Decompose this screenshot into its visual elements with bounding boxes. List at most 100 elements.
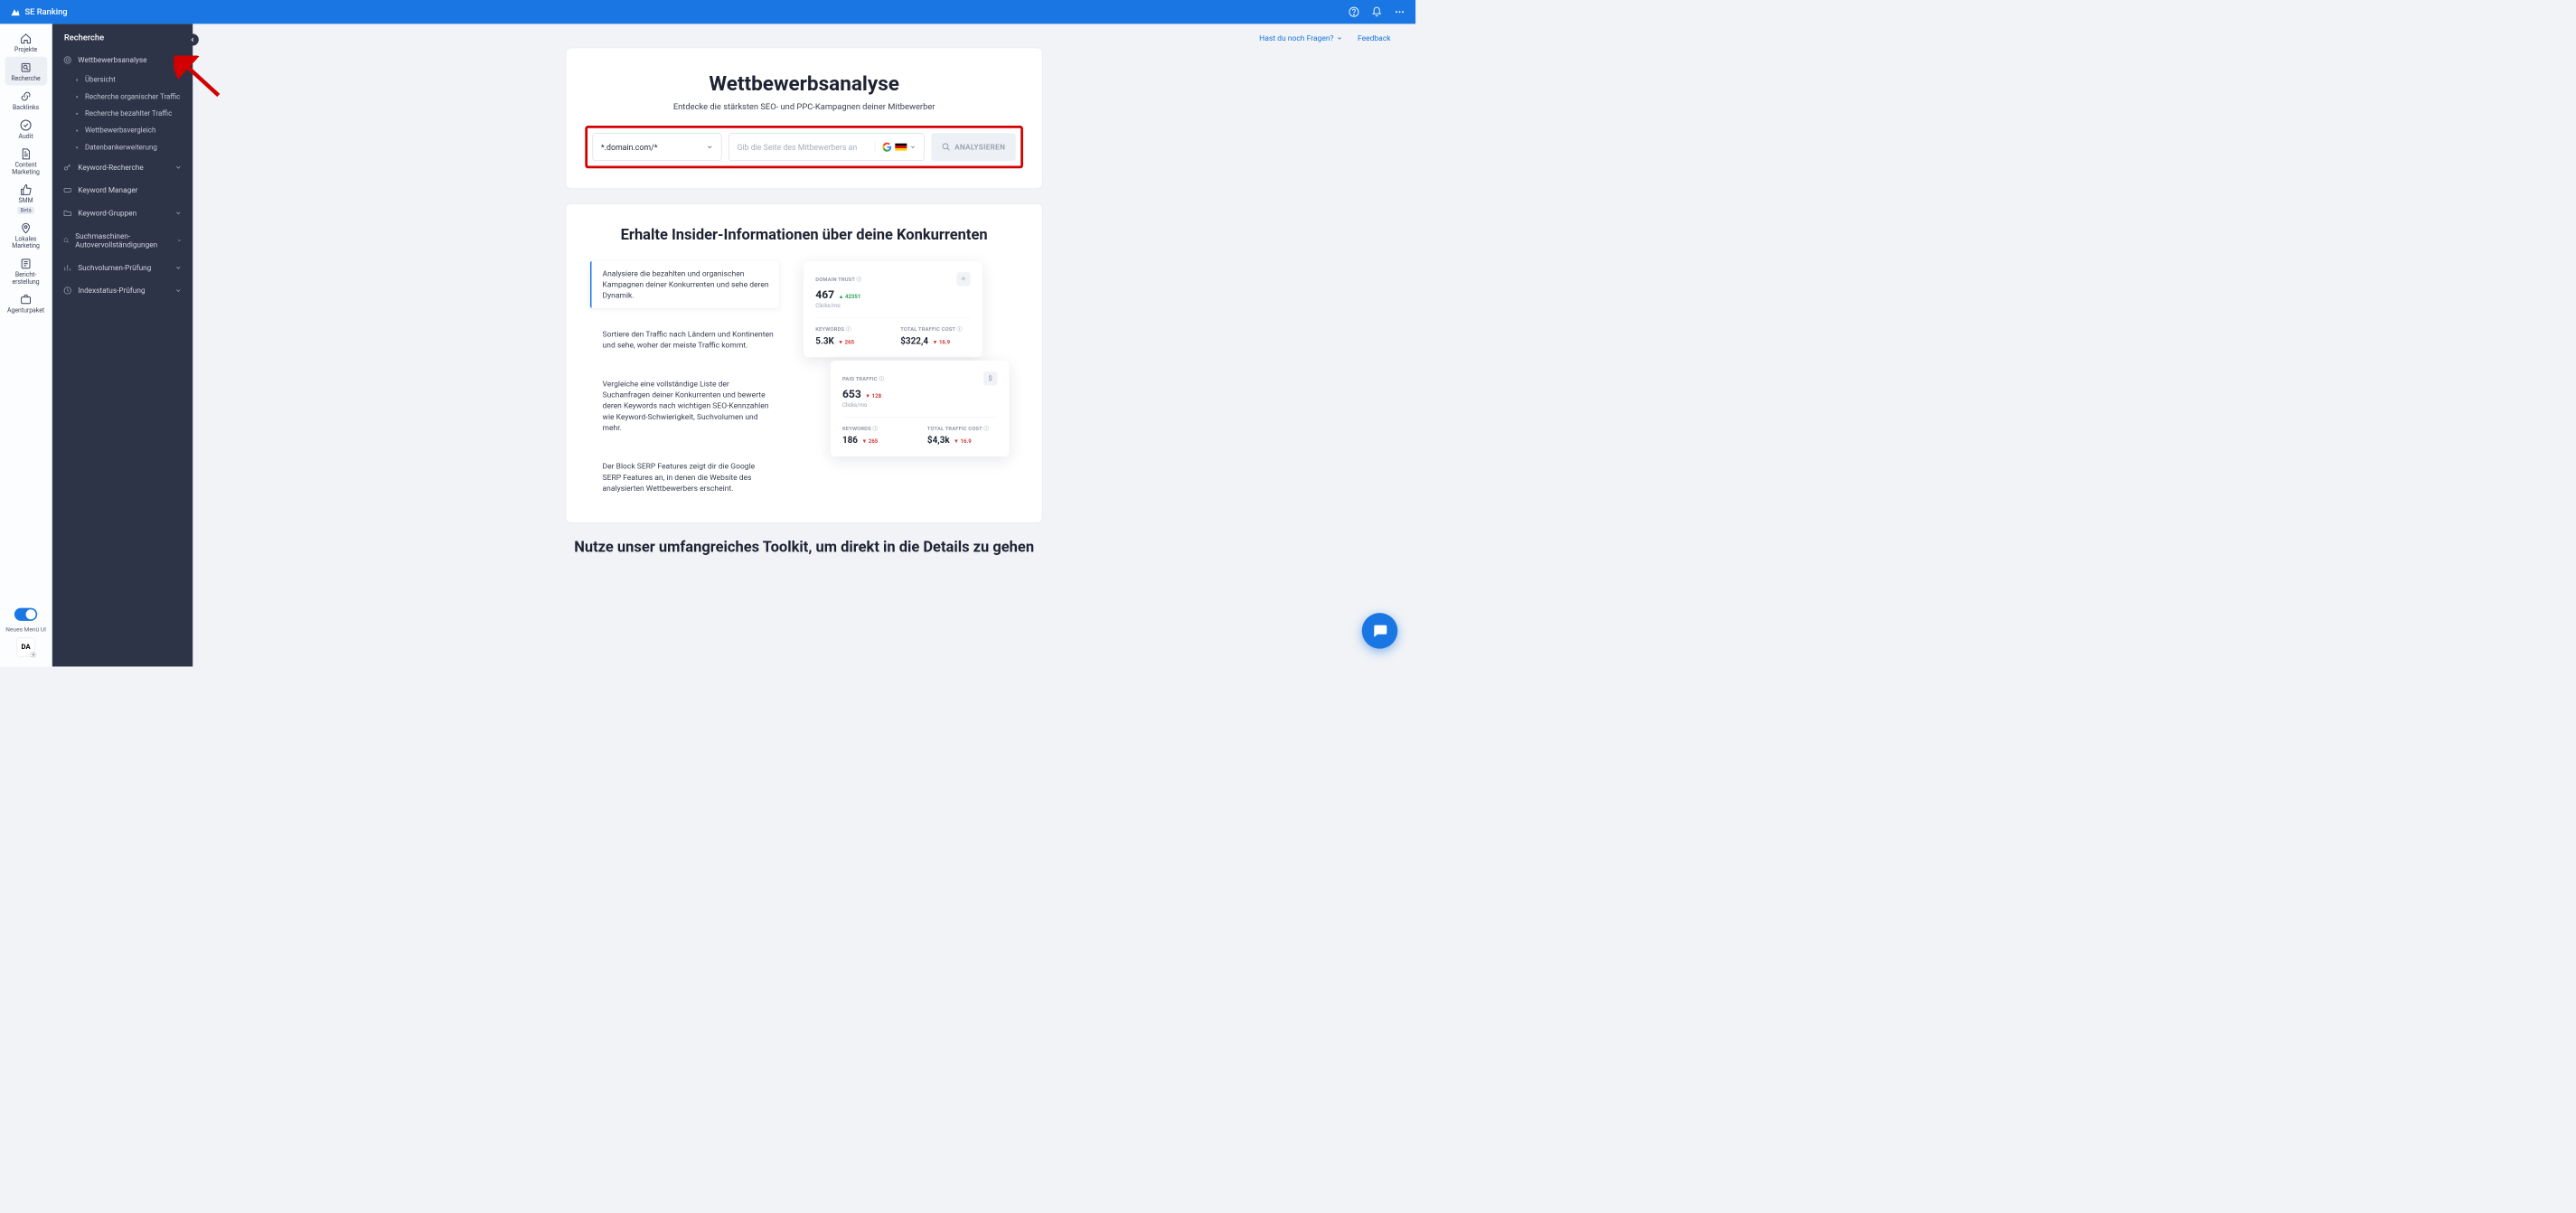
rail-label: Lokales Marketing [5, 236, 47, 249]
info-bullet[interactable]: Vergleiche eine vollständige Liste der S… [590, 371, 779, 440]
chat-icon [1371, 623, 1388, 640]
sidebar-item-label: Wettbewerbsvergleich [85, 127, 155, 136]
dollar-icon: $ [983, 371, 997, 385]
sidebar-item-label: Übersicht [85, 76, 116, 85]
report-icon [19, 257, 33, 270]
chevron-down-icon [174, 287, 182, 295]
thumb-icon [19, 183, 33, 196]
rail-item-doc[interactable]: Content Marketing [5, 143, 47, 179]
sidebar-item[interactable]: Recherche organischer Traffic [52, 89, 193, 106]
rail-item-thumb[interactable]: SMM Beta [5, 179, 47, 217]
domain-mode-select[interactable]: *.domain.com/* [593, 133, 722, 161]
info-bullet[interactable]: Der Block SERP Features zeigt dir die Go… [590, 454, 779, 501]
preview-card-paid: PAID TRAFFIC$ 653128 Clicks/mo KEYWORDS1… [831, 361, 1010, 456]
search-row-highlight: *.domain.com/* ANALYSIEREN [585, 126, 1023, 168]
doc-icon [19, 147, 33, 161]
sidebar-collapse[interactable] [187, 33, 199, 45]
info-title: Erhalte Insider-Informationen über deine… [590, 226, 1019, 243]
sidebar-group-label: Keyword-Gruppen [78, 209, 136, 218]
chevron-down-icon [177, 237, 182, 244]
chevron-down-icon [174, 210, 182, 217]
analyze-button[interactable]: ANALYSIEREN [931, 133, 1015, 161]
rail-label: Bericht-erstellung [5, 272, 47, 286]
bullet-icon [76, 113, 78, 115]
bullet-icon [76, 96, 78, 98]
sidebar-group-label: Keyword-Recherche [78, 163, 143, 172]
sidebar-group-key[interactable]: Keyword-Recherche [52, 156, 193, 179]
sidebar-group-index[interactable]: Indexstatus-Prüfung [52, 279, 193, 302]
sidebar-group-label: Indexstatus-Prüfung [78, 287, 145, 296]
sidebar-group-target[interactable]: Wettbewerbsanalyse [52, 49, 193, 71]
topbar: SE Ranking [0, 0, 1415, 24]
competitor-input[interactable] [737, 142, 870, 151]
sidebar-group-label: Suchvolumen-Prüfung [78, 263, 151, 272]
target-icon [63, 56, 72, 65]
brand-text: SE Ranking [24, 7, 67, 17]
rail-label: Backlinks [13, 104, 39, 111]
rail-label: Recherche [11, 76, 40, 83]
metrics-preview: DOMAIN TRUST✧ 46742351 Clicks/mo KEYWORD… [804, 261, 1018, 501]
rail-label: SMM [19, 198, 33, 205]
sidebar-item[interactable]: Recherche bezahlter Traffic [52, 105, 193, 122]
faq-link[interactable]: Hast du noch Fragen? [1259, 33, 1342, 42]
search-icon [19, 61, 33, 74]
google-icon [882, 142, 892, 152]
more-icon[interactable] [1394, 6, 1406, 18]
sidebar-group-auto[interactable]: Suchmaschinen-Autovervollständigungen [52, 224, 193, 256]
bullet-icon [76, 79, 78, 80]
sidebar-item[interactable]: Wettbewerbsvergleich [52, 122, 193, 139]
sidebar-group-folder[interactable]: Keyword-Gruppen [52, 202, 193, 224]
rail-item-home[interactable]: Projekte [5, 28, 47, 57]
da-widget[interactable]: DA [16, 638, 35, 657]
info-bullet[interactable]: Analysiere die bezahlten und organischen… [590, 261, 779, 308]
rail-item-check[interactable]: Audit [5, 114, 47, 143]
sidebar-item[interactable]: Übersicht [52, 71, 193, 89]
page-subtitle: Entdecke die stärksten SEO- und PPC-Kamp… [585, 102, 1023, 112]
rail-item-pin[interactable]: Lokales Marketing [5, 217, 47, 253]
toolkit-title: Nutze unser umfangreiches Toolkit, um di… [566, 538, 1043, 557]
hero-card: Wettbewerbsanalyse Entdecke die stärkste… [566, 48, 1043, 189]
home-icon [19, 32, 33, 45]
bars-icon [63, 263, 72, 272]
sidebar: Recherche WettbewerbsanalyseÜbersichtRec… [52, 24, 193, 666]
search-engine-select[interactable] [875, 142, 917, 152]
bullet-icon [76, 146, 78, 148]
help-icon[interactable] [1348, 6, 1359, 18]
rail-label: Projekte [14, 47, 37, 54]
rail-label: Audit [19, 133, 33, 140]
compass-icon: ✧ [956, 272, 970, 286]
rail-label: Agenturpaket [7, 307, 44, 315]
chevron-down-icon [174, 264, 182, 271]
toolkit-section: Nutze unser umfangreiches Toolkit, um di… [566, 538, 1043, 557]
competitor-input-wrap [729, 133, 925, 161]
brand-logo[interactable]: SE Ranking [10, 6, 68, 17]
sidebar-item[interactable]: Datenbankerweiterung [52, 139, 193, 156]
sidebar-group-bars[interactable]: Suchvolumen-Prüfung [52, 257, 193, 279]
auto-icon [63, 236, 70, 245]
bullet-icon [76, 129, 78, 131]
sidebar-item-label: Recherche bezahlter Traffic [85, 109, 172, 118]
info-bullet[interactable]: Sortiere den Traffic nach Ländern und Ko… [590, 322, 779, 358]
sidebar-group-kbd[interactable]: Keyword Manager [52, 179, 193, 202]
search-icon [942, 143, 951, 152]
feedback-link[interactable]: Feedback [1358, 33, 1391, 42]
sidebar-group-label: Keyword Manager [78, 186, 137, 195]
sidebar-group-label: Suchmaschinen-Autovervollständigungen [75, 231, 171, 249]
pin-icon [19, 221, 33, 235]
chevron-up-icon [174, 57, 182, 64]
rail-item-link[interactable]: Backlinks [5, 86, 47, 115]
index-icon [63, 287, 72, 296]
key-icon [63, 163, 72, 172]
chevron-down-icon [174, 164, 182, 171]
beta-badge: Beta [17, 207, 34, 214]
case-icon [19, 293, 33, 306]
bell-icon[interactable] [1371, 6, 1383, 18]
ui-toggle[interactable] [14, 608, 37, 621]
chat-fab[interactable] [1362, 613, 1398, 649]
rail-item-case[interactable]: Agenturpaket [5, 288, 47, 317]
rail-item-report[interactable]: Bericht-erstellung [5, 253, 47, 289]
check-icon [19, 118, 33, 132]
flag-de-icon [895, 143, 907, 151]
page-title: Wettbewerbsanalyse [585, 72, 1023, 96]
rail-item-search[interactable]: Recherche [5, 57, 47, 86]
